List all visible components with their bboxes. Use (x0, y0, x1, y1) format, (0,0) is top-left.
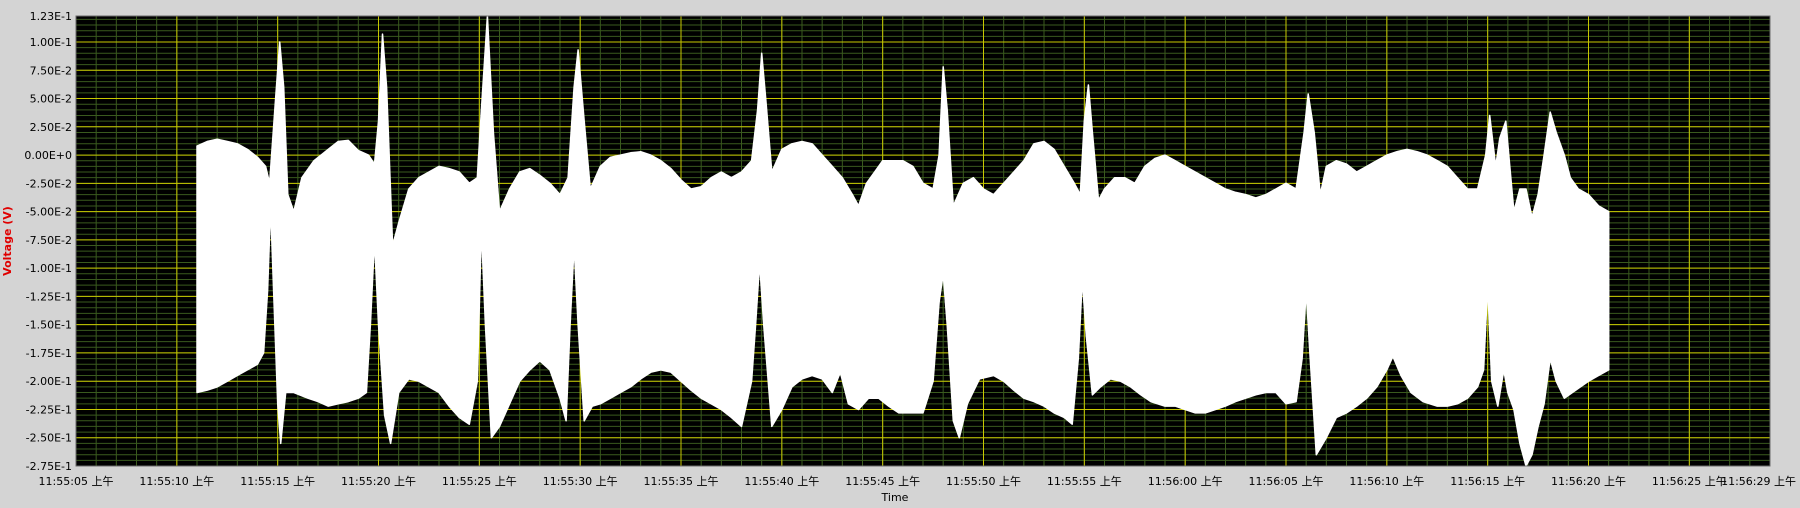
y-tick-label: -1.75E-1 (26, 347, 72, 360)
x-tick-label: 11:55:15 上午 (240, 475, 315, 488)
x-axis-label: Time (881, 491, 909, 504)
waveform-chart: 1.23E-1 1.00E-1 7.50E-2 5.00E-2 2.50E-2 0.00E… (0, 0, 1800, 504)
x-tick-label: 11:55:55 上午 (1047, 475, 1122, 488)
x-tick-label: 11:55:45 上午 (845, 475, 920, 488)
x-tick-label: 11:55:50 上午 (946, 475, 1021, 488)
y-axis-label: Voltage (V) (1, 206, 14, 276)
y-tick-label: 0.00E+0 (24, 149, 72, 162)
x-tick-label: 11:55:30 上午 (543, 475, 618, 488)
y-tick-label: 2.50E-2 (30, 121, 72, 134)
x-tick-label: 11:56:00 上午 (1148, 475, 1223, 488)
y-tick-label: -2.75E-1 (26, 460, 72, 473)
x-tick-label: 11:55:35 上午 (644, 475, 719, 488)
y-tick-label: -2.50E-1 (26, 432, 72, 445)
x-tick-label: 11:55:40 上午 (744, 475, 819, 488)
x-tick-label: 11:55:20 上午 (341, 475, 416, 488)
y-tick-label: -1.25E-1 (26, 290, 72, 303)
y-tick-label: -2.00E-1 (26, 375, 72, 388)
x-tick-label: 11:55:10 上午 (139, 475, 214, 488)
y-tick-label: -7.50E-2 (26, 234, 72, 247)
x-tick-label: 11:56:05 上午 (1249, 475, 1324, 488)
y-tick-label: -1.00E-1 (26, 262, 72, 275)
x-tick-label: 11:56:20 上午 (1551, 475, 1626, 488)
x-tick-label: 11:55:05 上午 (39, 475, 114, 488)
y-tick-label: -1.50E-1 (26, 319, 72, 332)
x-tick-label: 11:56:25 上午 (1652, 475, 1727, 488)
y-tick-label: 7.50E-2 (30, 64, 72, 77)
x-tick-label: 11:56:10 上午 (1349, 475, 1424, 488)
y-tick-label: 5.00E-2 (30, 93, 72, 106)
x-tick-label: 11:55:25 上午 (442, 475, 517, 488)
y-tick-label: -2.50E-2 (26, 177, 72, 190)
y-tick-label: -5.00E-2 (26, 206, 72, 219)
y-tick-label: 1.23E-1 (30, 10, 72, 23)
y-tick-label: 1.00E-1 (30, 36, 72, 49)
x-tick-label: 11:56:15 上午 (1450, 475, 1525, 488)
x-tick-label: 11:56:29 上午 (1721, 475, 1796, 488)
chart-root: 1.23E-1 1.00E-1 7.50E-2 5.00E-2 2.50E-2 0.00E… (0, 0, 1800, 504)
y-tick-label: -2.25E-1 (26, 403, 72, 416)
